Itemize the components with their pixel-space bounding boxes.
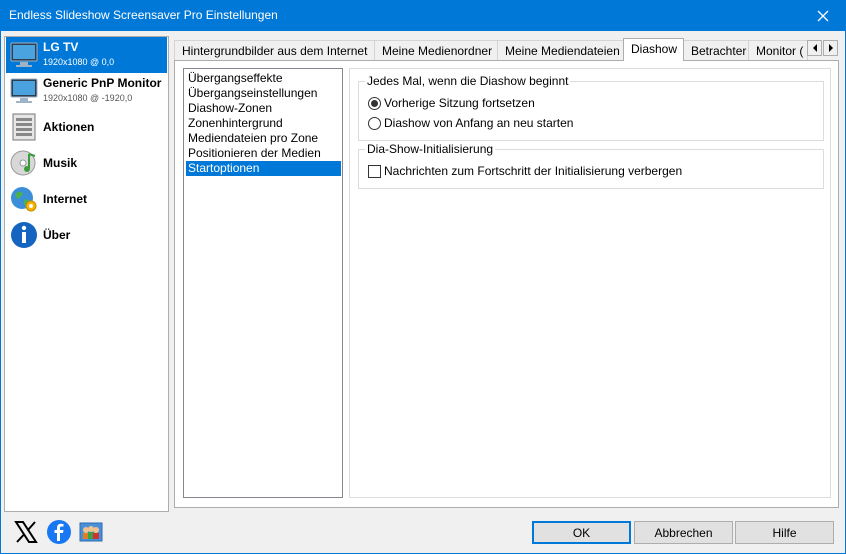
close-button[interactable] xyxy=(800,0,846,31)
chevron-right-icon xyxy=(828,44,833,52)
tab-betrachter[interactable]: Betrachter xyxy=(683,40,749,60)
radio-button[interactable] xyxy=(368,116,381,130)
tab-medienordner[interactable]: Meine Medienordner xyxy=(374,40,498,60)
tab-scroll-right-button[interactable] xyxy=(823,40,838,56)
list-item-diashow-zonen[interactable]: Diashow-Zonen xyxy=(186,101,341,116)
sidebar: LG TV 1920x1080 @ 0,0 Generic PnP Monito… xyxy=(4,36,169,512)
checkbox-label: Nachrichten zum Fortschritt der Initiali… xyxy=(384,164,683,178)
window-title: Endless Slideshow Screensaver Pro Einste… xyxy=(9,8,278,22)
sidebar-item-label: Über xyxy=(43,228,71,242)
sidebar-item-label: LG TV xyxy=(43,40,79,54)
sidebar-item-generic-monitor[interactable]: Generic PnP Monitor 1920x1080 @ -1920,0 xyxy=(6,73,167,109)
sidebar-item-label: Musik xyxy=(43,156,78,170)
radio-vorherige-sitzung[interactable]: Vorherige Sitzung fortsetzen xyxy=(368,96,535,110)
group-legend: Jedes Mal, wenn die Diashow beginnt xyxy=(365,74,571,88)
sidebar-item-musik[interactable]: Musik xyxy=(6,145,167,181)
list-item-mediendateien-pro-zone[interactable]: Mediendateien pro Zone xyxy=(186,131,341,146)
monitor-icon xyxy=(10,78,38,103)
group-diashow-start: Jedes Mal, wenn die Diashow beginnt Vorh… xyxy=(358,74,824,141)
group-initialisierung: Dia-Show-Initialisierung Nachrichten zum… xyxy=(358,142,824,189)
tab-strip: Hintergrundbilder aus dem Internet Meine… xyxy=(174,38,839,61)
sidebar-item-resolution: 1920x1080 @ -1920,0 xyxy=(43,93,133,103)
tab-scroll-left-button[interactable] xyxy=(807,40,822,56)
list-item-uebergangseinstellungen[interactable]: Übergangseinstellungen xyxy=(186,86,341,101)
community-icon[interactable] xyxy=(78,519,104,545)
list-item-positionieren[interactable]: Positionieren der Medien xyxy=(186,146,341,161)
monitor-icon xyxy=(10,42,38,67)
sidebar-item-internet[interactable]: Internet xyxy=(6,181,167,217)
list-item-zonenhintergrund[interactable]: Zonenhintergrund xyxy=(186,116,341,131)
info-icon xyxy=(11,222,37,248)
actions-icon xyxy=(12,113,36,141)
sidebar-item-lg-tv[interactable]: LG TV 1920x1080 @ 0,0 xyxy=(6,37,167,73)
close-icon xyxy=(817,10,829,21)
internet-icon xyxy=(11,187,37,212)
checkbox-fortschritt-verbergen[interactable]: Nachrichten zum Fortschritt der Initiali… xyxy=(368,164,682,178)
tab-monitor[interactable]: Monitor ( xyxy=(748,40,808,60)
sidebar-item-ueber[interactable]: Über xyxy=(6,217,167,253)
sidebar-item-resolution: 1920x1080 @ 0,0 xyxy=(43,57,115,67)
music-icon xyxy=(10,150,36,176)
settings-panel: Jedes Mal, wenn die Diashow beginnt Vorh… xyxy=(349,68,831,498)
tab-hintergrundbilder[interactable]: Hintergrundbilder aus dem Internet xyxy=(174,40,375,60)
x-icon[interactable] xyxy=(14,519,38,545)
sidebar-item-label: Aktionen xyxy=(43,120,95,134)
ok-button[interactable]: OK xyxy=(532,521,631,544)
radio-label: Diashow von Anfang an neu starten xyxy=(384,116,574,130)
radio-von-anfang[interactable]: Diashow von Anfang an neu starten xyxy=(368,116,573,130)
sidebar-item-label: Generic PnP Monitor xyxy=(43,76,162,90)
list-item-uebergangseffekte[interactable]: Übergangseffekte xyxy=(186,71,341,86)
radio-button-checked[interactable] xyxy=(368,96,381,110)
cancel-button[interactable]: Abbrechen xyxy=(634,521,733,544)
help-button[interactable]: Hilfe xyxy=(735,521,834,544)
tab-mediendateien[interactable]: Meine Mediendateien xyxy=(497,40,624,60)
facebook-icon[interactable] xyxy=(46,519,72,545)
title-bar: Endless Slideshow Screensaver Pro Einste… xyxy=(0,0,846,31)
chevron-left-icon xyxy=(812,44,817,52)
checkbox[interactable] xyxy=(368,164,381,178)
sidebar-item-label: Internet xyxy=(43,192,88,206)
category-list[interactable]: Übergangseffekte Übergangseinstellungen … xyxy=(183,68,343,498)
radio-label: Vorherige Sitzung fortsetzen xyxy=(384,96,535,110)
tab-diashow[interactable]: Diashow xyxy=(623,38,684,61)
list-item-startoptionen[interactable]: Startoptionen xyxy=(186,161,341,176)
sidebar-item-aktionen[interactable]: Aktionen xyxy=(6,109,167,145)
group-legend: Dia-Show-Initialisierung xyxy=(365,142,496,156)
